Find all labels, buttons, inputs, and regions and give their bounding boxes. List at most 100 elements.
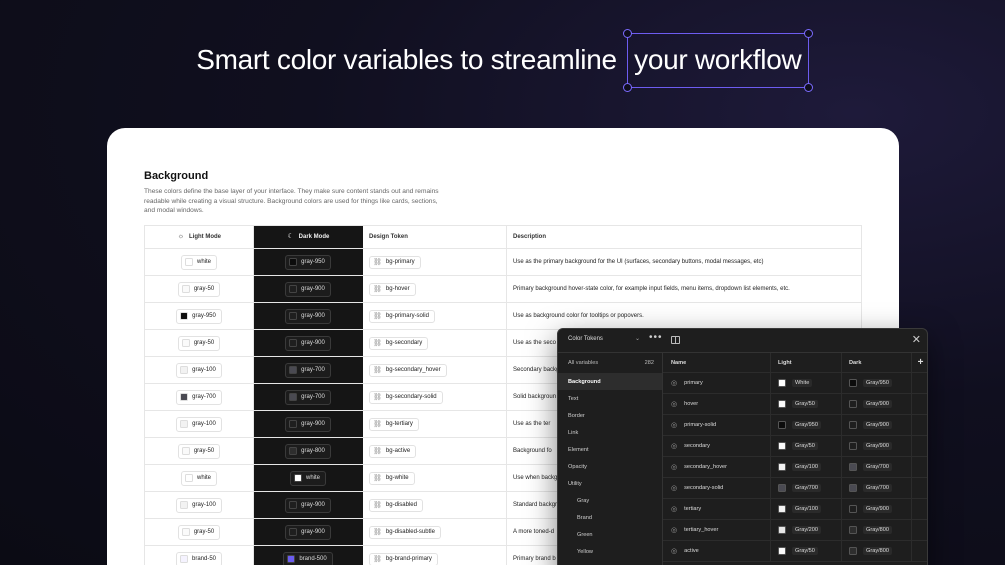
variable-dark-cell[interactable]: Gray/700	[842, 478, 912, 498]
variable-row[interactable]: ◎ tertiary_hover Gray/200 Gray/800	[663, 520, 927, 541]
variable-row[interactable]: ◎ tertiary Gray/100 Gray/900	[663, 499, 927, 520]
sidebar-toggle-icon[interactable]	[671, 336, 680, 344]
design-token-chip[interactable]: ⛓ bg-disabled	[369, 498, 423, 512]
variable-row[interactable]: ◎ secondary_hover Gray/100 Gray/700	[663, 457, 927, 478]
variable-light-cell[interactable]: White	[771, 373, 842, 393]
resize-handle-top-right[interactable]	[803, 28, 813, 38]
dark-value: Gray/950	[863, 379, 893, 387]
color-name: brand-50	[191, 556, 217, 562]
variable-light-cell[interactable]: Gray/50	[771, 394, 842, 414]
variable-name: hover	[684, 401, 699, 407]
variable-light-cell[interactable]: Gray/700	[771, 478, 842, 498]
light-color-chip[interactable]: white	[180, 470, 217, 486]
variable-row[interactable]: ◎ secondary Gray/50 Gray/900	[663, 436, 927, 457]
group-item-utility[interactable]: Utility	[558, 475, 662, 492]
group-item-text[interactable]: Text	[558, 390, 662, 407]
more-icon[interactable]: •••	[649, 332, 663, 343]
light-color-chip[interactable]: gray-50	[177, 443, 221, 459]
light-color-chip[interactable]: white	[180, 254, 217, 270]
variable-dark-cell[interactable]: Gray/900	[842, 499, 912, 519]
design-token-chip[interactable]: ⛓ bg-hover	[369, 282, 416, 296]
light-color-chip[interactable]: brand-50	[175, 551, 223, 565]
variable-light-cell[interactable]: Gray/200	[771, 520, 842, 540]
design-token-chip[interactable]: ⛓ bg-active	[369, 444, 417, 458]
dark-color-chip[interactable]: gray-700	[285, 362, 331, 378]
variable-light-cell[interactable]: Gray/100	[771, 457, 842, 477]
design-token-chip[interactable]: ⛓ bg-secondary_hover	[369, 363, 447, 377]
dark-color-chip[interactable]: gray-700	[285, 389, 331, 405]
light-value: Gray/200	[792, 526, 822, 534]
design-token-chip[interactable]: ⛓ bg-tertiary	[369, 417, 419, 431]
chevron-down-icon[interactable]: ⌄	[635, 335, 640, 342]
light-color-chip[interactable]: gray-50	[177, 335, 221, 351]
variable-row[interactable]: ◎ primary White Gray/950	[663, 373, 927, 394]
design-token-chip[interactable]: ⛓ bg-primary-solid	[369, 309, 435, 323]
dark-color-chip[interactable]: gray-900	[285, 281, 331, 297]
resize-handle-bottom-right[interactable]	[803, 82, 813, 92]
dark-color-chip[interactable]: gray-900	[285, 416, 331, 432]
plus-icon[interactable]: +	[912, 353, 927, 372]
dark-color-chip[interactable]: white	[289, 470, 326, 486]
design-token-chip[interactable]: ⛓ bg-primary	[369, 255, 421, 269]
resize-handle-top-left[interactable]	[622, 28, 632, 38]
design-token-chip[interactable]: ⛓ bg-secondary	[369, 336, 429, 350]
light-color-chip[interactable]: gray-950	[176, 308, 222, 324]
variable-dark-cell[interactable]: Gray/900	[842, 415, 912, 435]
all-variables-item[interactable]: All variables 282	[558, 353, 662, 373]
light-value: Gray/100	[792, 463, 822, 471]
group-item-link[interactable]: Link	[558, 424, 662, 441]
design-token-chip[interactable]: ⛓ bg-disabled-subtle	[369, 525, 441, 539]
variables-header: Name Light Dark +	[663, 353, 927, 373]
group-item-border[interactable]: Border	[558, 407, 662, 424]
variable-light-cell[interactable]: Gray/100	[771, 499, 842, 519]
variable-row[interactable]: ◎ secondary-solid Gray/700 Gray/700	[663, 478, 927, 499]
design-token-chip[interactable]: ⛓ bg-white	[369, 471, 415, 485]
design-token-chip[interactable]: ⛓ bg-brand-primary	[369, 552, 438, 565]
color-swatch	[849, 400, 857, 408]
dark-color-chip[interactable]: gray-900	[285, 497, 331, 513]
variable-dark-cell[interactable]: Gray/900	[842, 436, 912, 456]
light-color-chip[interactable]: gray-100	[176, 416, 222, 432]
light-color-chip[interactable]: gray-50	[177, 524, 221, 540]
variable-row[interactable]: ◎ hover Gray/50 Gray/900	[663, 394, 927, 415]
dark-color-chip[interactable]: gray-900	[285, 524, 331, 540]
variable-light-cell[interactable]: Gray/950	[771, 415, 842, 435]
light-color-chip[interactable]: gray-700	[176, 389, 222, 405]
variable-dark-cell[interactable]: Gray/950	[842, 373, 912, 393]
group-item-opacity[interactable]: Opacity	[558, 458, 662, 475]
light-color-chip[interactable]: gray-100	[176, 497, 222, 513]
variable-row[interactable]: ◎ primary-solid Gray/950 Gray/900	[663, 415, 927, 436]
dark-color-chip[interactable]: gray-800	[285, 443, 331, 459]
design-token-chip[interactable]: ⛓ bg-secondary-solid	[369, 390, 443, 404]
variable-light-cell[interactable]: Gray/50	[771, 436, 842, 456]
group-item-element[interactable]: Element	[558, 441, 662, 458]
variable-light-cell[interactable]: Gray/50	[771, 541, 842, 561]
close-icon[interactable]: ✕	[912, 333, 921, 346]
row-spacer	[912, 457, 927, 477]
token-name: bg-secondary	[385, 340, 423, 346]
variable-dark-cell[interactable]: Gray/800	[842, 520, 912, 540]
group-item-yellow[interactable]: Yellow	[558, 543, 662, 560]
group-item-brand[interactable]: Brand	[558, 509, 662, 526]
group-item-green[interactable]: Green	[558, 526, 662, 543]
resize-handle-bottom-left[interactable]	[622, 82, 632, 92]
headline-highlight-box[interactable]: your workflow	[622, 28, 813, 92]
design-token-cell: ⛓ bg-hover	[363, 276, 507, 302]
variable-dark-cell[interactable]: Gray/800	[842, 541, 912, 561]
link-icon: ⛓	[373, 529, 382, 536]
light-color-chip[interactable]: gray-50	[177, 281, 221, 297]
variable-dark-cell[interactable]: Gray/900	[842, 394, 912, 414]
dark-value: Gray/900	[863, 442, 893, 450]
token-name: bg-disabled	[385, 502, 417, 508]
dark-color-chip[interactable]: gray-950	[285, 254, 331, 270]
dark-color-chip[interactable]: gray-900	[285, 335, 331, 351]
dark-color-chip[interactable]: gray-900	[285, 308, 331, 324]
group-item-gray[interactable]: Gray	[558, 492, 662, 509]
dark-color-chip[interactable]: brand-500	[283, 551, 333, 565]
variable-name-cell: ◎ tertiary_hover	[663, 520, 771, 540]
variable-row[interactable]: ◎ active Gray/50 Gray/800	[663, 541, 927, 562]
variable-dark-cell[interactable]: Gray/700	[842, 457, 912, 477]
light-color-chip[interactable]: gray-100	[176, 362, 222, 378]
group-item-background[interactable]: Background	[558, 373, 662, 390]
collection-select[interactable]: Color Tokens	[568, 336, 603, 342]
